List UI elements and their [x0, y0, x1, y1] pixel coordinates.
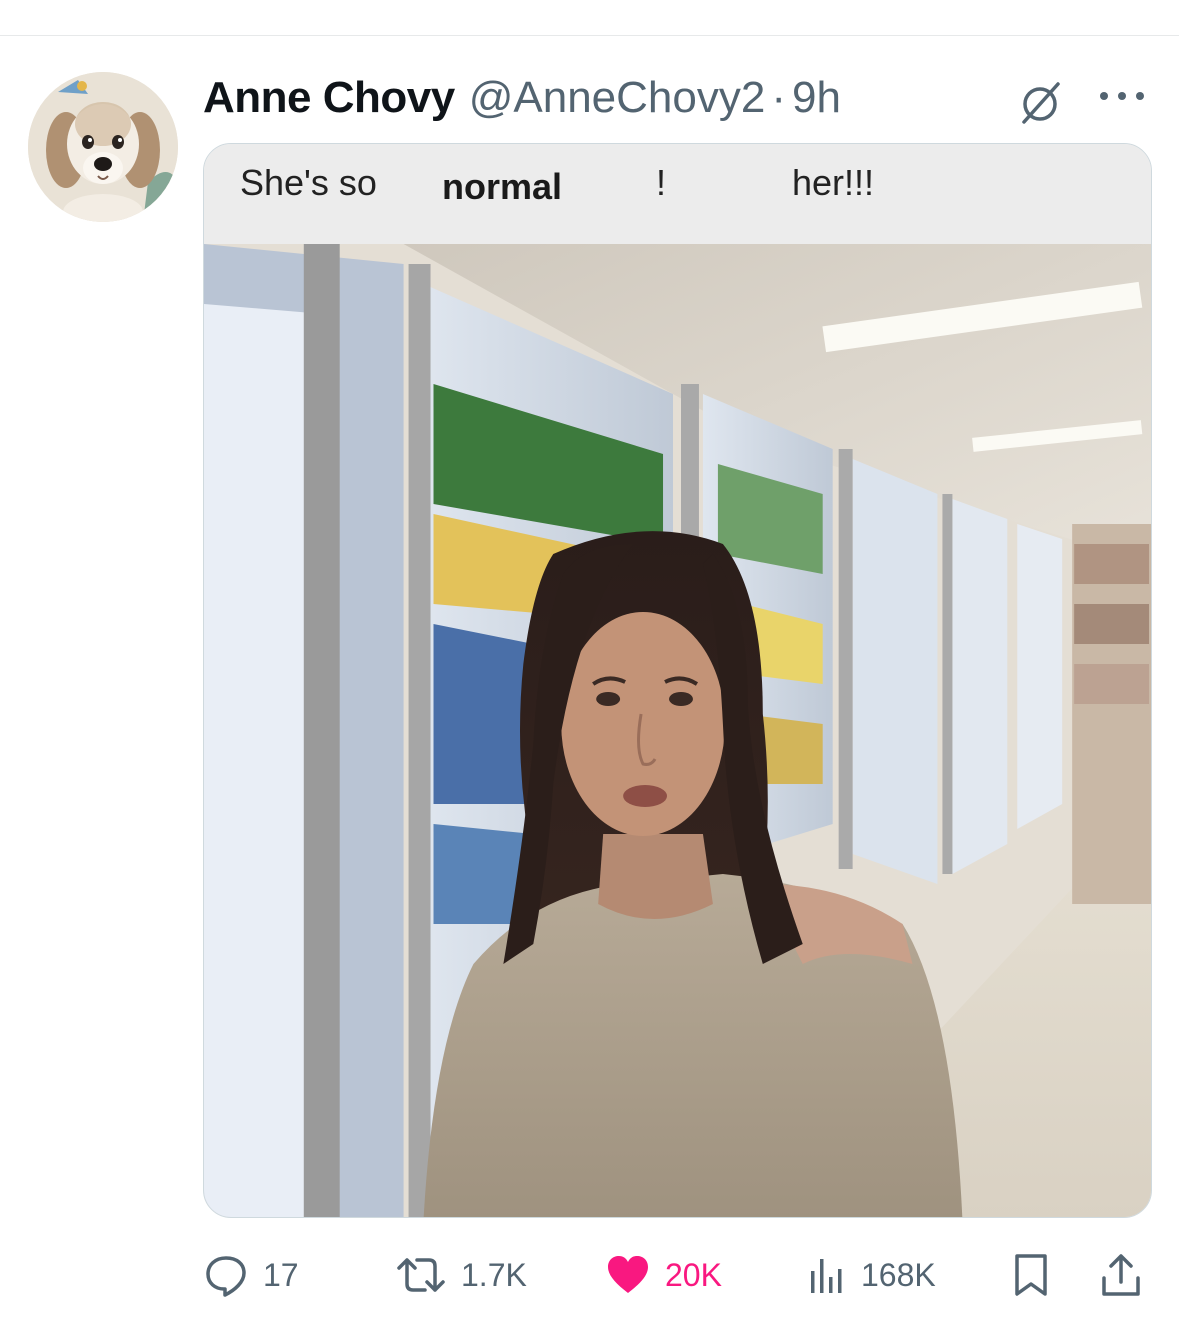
separator-dot: ·	[771, 73, 786, 122]
caption-text-3: !	[656, 162, 667, 203]
more-options-icon[interactable]	[1096, 82, 1148, 110]
caption-text-4: her!!!	[792, 162, 875, 203]
caption-text-1: She's so	[240, 162, 377, 203]
repost-icon	[397, 1258, 445, 1292]
heart-icon	[608, 1256, 648, 1293]
view-count: 168K	[861, 1256, 936, 1293]
share-icon	[1102, 1254, 1140, 1296]
repost-button[interactable]: 1.7K	[395, 1250, 527, 1300]
bookmark-icon	[1015, 1254, 1047, 1296]
grok-icon[interactable]	[1016, 78, 1064, 126]
handle[interactable]: @AnneChovy2	[469, 73, 766, 123]
analytics-icon	[811, 1259, 842, 1293]
reply-button[interactable]: 17	[203, 1250, 299, 1300]
caption-text-2: normal	[442, 166, 563, 207]
repost-count: 1.7K	[461, 1256, 527, 1293]
top-divider	[0, 35, 1179, 36]
display-name[interactable]: Anne Chovy	[203, 73, 455, 123]
timestamp[interactable]: 9h	[792, 73, 841, 123]
views-button[interactable]: 168K	[807, 1250, 936, 1300]
reply-icon	[206, 1256, 246, 1297]
like-button[interactable]: 20K	[605, 1250, 722, 1300]
like-count: 20K	[665, 1256, 722, 1293]
avatar[interactable]	[28, 72, 178, 222]
share-button[interactable]	[1099, 1250, 1143, 1300]
action-bar: 17 1.7K 20K 168K	[203, 1250, 1152, 1300]
bookmark-button[interactable]	[1011, 1250, 1051, 1300]
tweet-media[interactable]: She's so normal ! her!!!	[203, 143, 1152, 1218]
store-aisle-photo	[204, 244, 1151, 1217]
beagle-puppy-icon	[28, 72, 178, 222]
reply-count: 17	[263, 1256, 299, 1293]
tweet-header: Anne Chovy @AnneChovy2 · 9h	[203, 72, 841, 124]
